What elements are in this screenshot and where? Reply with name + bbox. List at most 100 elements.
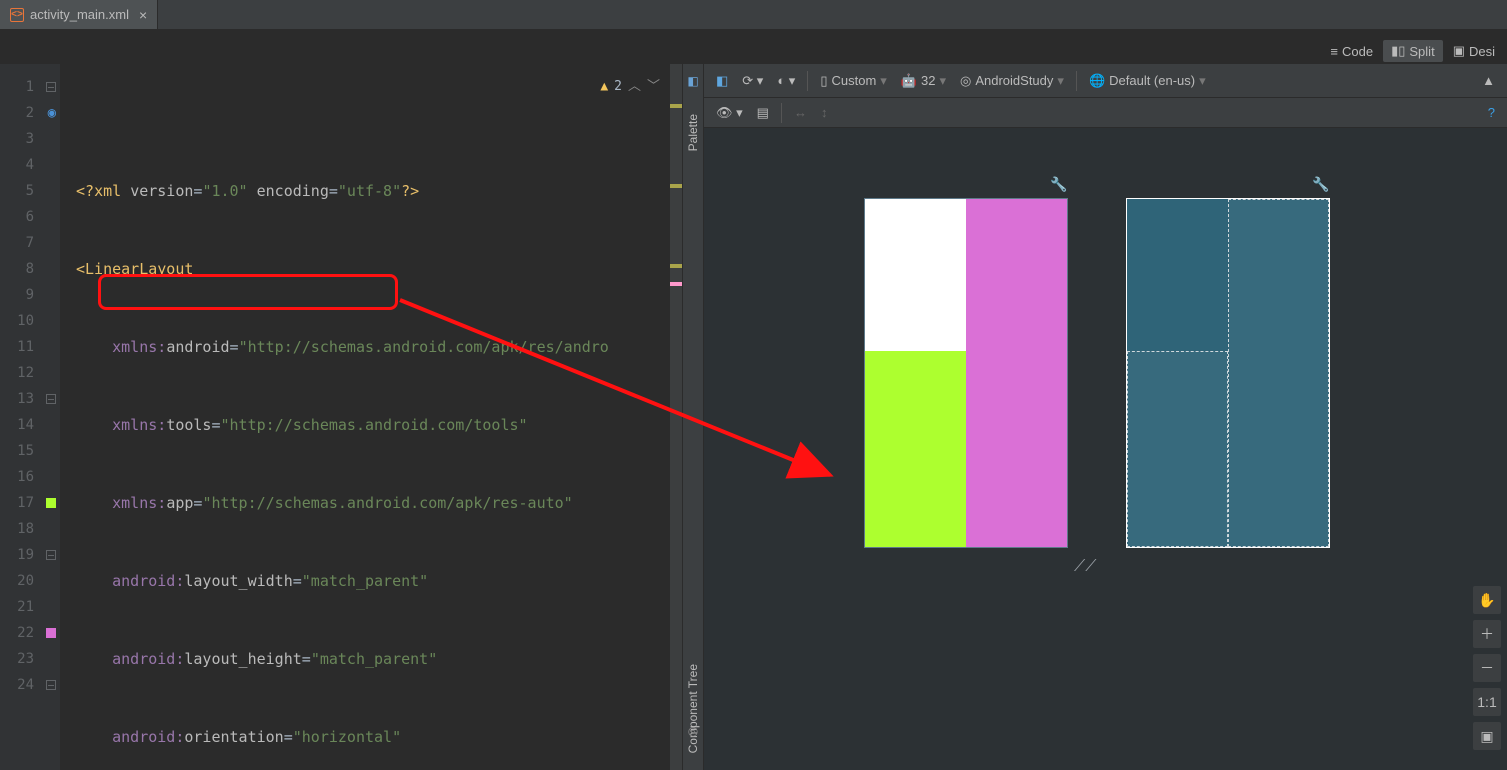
line-number: 3 xyxy=(26,131,34,147)
night-mode-icon[interactable]: ◐ ▾ xyxy=(773,71,799,91)
line-number: 4 xyxy=(26,157,34,173)
close-icon[interactable]: × xyxy=(139,7,147,23)
design-pane: ◧ ⟳ ▾ ◐ ▾ ▯ Custom ▾ 🤖 32 ▾ ◎ AndroidStu… xyxy=(704,64,1507,770)
view-mode-split-label: Split xyxy=(1409,44,1434,59)
line-number: 22 xyxy=(17,625,34,641)
app-theme-label: AndroidStudy xyxy=(975,73,1053,88)
file-tab-label: activity_main.xml xyxy=(30,7,129,22)
eye-icon[interactable]: 👁 ▾ xyxy=(712,103,747,123)
line-number: 21 xyxy=(17,599,34,615)
warning-icon: ▲ xyxy=(600,74,608,100)
line-number: 1 xyxy=(26,79,34,95)
pan-icon[interactable]: ✋ xyxy=(1473,586,1501,614)
line-number: 10 xyxy=(17,313,34,329)
line-number: 11 xyxy=(17,339,34,355)
warning-count: 2 xyxy=(614,74,622,100)
layout-preview-render[interactable] xyxy=(864,198,1068,548)
fold-icon[interactable] xyxy=(46,680,56,690)
chevron-down-icon: ▾ xyxy=(1057,73,1064,89)
line-number: 7 xyxy=(26,235,34,251)
zoom-reset-button[interactable]: 1:1 xyxy=(1473,688,1501,716)
zoom-in-icon[interactable]: ＋ xyxy=(1473,620,1501,648)
line-number: 12 xyxy=(17,365,34,381)
scrollbar[interactable] xyxy=(670,64,682,770)
code-pane: 1 2◉ 3 4 5 6 7 8 9 10 11 12 13 14 15 16 … xyxy=(0,64,682,770)
line-number: 2 xyxy=(26,105,34,121)
view-mode-design-label: Desi xyxy=(1469,44,1495,59)
resize-h-icon[interactable]: ↔ xyxy=(790,103,811,122)
chevron-down-icon[interactable]: ﹀ xyxy=(647,74,660,100)
view-mode-split[interactable]: ▮▯ Split xyxy=(1383,40,1443,62)
line-number: 23 xyxy=(17,651,34,667)
palette-strip[interactable]: Palette Component Tree ◧ ◎ xyxy=(682,64,704,770)
line-number: 6 xyxy=(26,209,34,225)
tab-bar: <> activity_main.xml × xyxy=(0,0,1507,30)
inspection-summary[interactable]: ▲ 2 ︿ ﹀ xyxy=(600,74,660,100)
resize-v-icon[interactable]: ↕ xyxy=(817,103,832,122)
layout-preview-blueprint[interactable] xyxy=(1126,198,1330,548)
line-number: 13 xyxy=(17,391,34,407)
chevron-up-icon[interactable]: ︿ xyxy=(628,74,641,100)
design-toolbar: ◧ ⟳ ▾ ◐ ▾ ▯ Custom ▾ 🤖 32 ▾ ◎ AndroidStu… xyxy=(704,64,1507,98)
globe-icon: 🌐 xyxy=(1089,73,1105,89)
xml-pi: <? xyxy=(76,182,94,200)
line-number: 16 xyxy=(17,469,34,485)
help-icon[interactable]: ? xyxy=(1484,103,1499,122)
split-icon: ▮▯ xyxy=(1391,43,1405,59)
line-number: 14 xyxy=(17,417,34,433)
design-canvas[interactable]: 🔧 🔧 ⟋⟋ ✋ ＋ － 1:1 ▣ xyxy=(704,128,1507,770)
device-selector[interactable]: ▯ Custom ▾ xyxy=(816,71,890,91)
zoom-out-icon[interactable]: － xyxy=(1473,654,1501,682)
line-number: 20 xyxy=(17,573,34,589)
chevron-down-icon: ▾ xyxy=(880,73,887,89)
api-selector[interactable]: 🤖 32 ▾ xyxy=(897,71,950,91)
warning-icon[interactable]: ▲ xyxy=(1478,71,1499,90)
device-label: Custom xyxy=(831,73,876,88)
view-mode-bar: ≡ Code ▮▯ Split ▣ Desi xyxy=(1322,38,1507,64)
wrench-icon[interactable]: 🔧 xyxy=(1050,176,1067,193)
fold-icon[interactable] xyxy=(46,82,56,92)
orientation-icon[interactable]: ⟳ ▾ xyxy=(738,71,767,91)
view-mode-design[interactable]: ▣ Desi xyxy=(1445,40,1503,62)
list-icon: ≡ xyxy=(1330,44,1338,59)
view-mode-code-label: Code xyxy=(1342,44,1373,59)
fold-icon[interactable] xyxy=(46,394,56,404)
line-number: 8 xyxy=(26,261,34,277)
blueprint-child-right[interactable] xyxy=(1228,199,1329,547)
locale-label: Default (en-us) xyxy=(1109,73,1195,88)
line-number: 5 xyxy=(26,183,34,199)
layers-icon[interactable]: ▤ xyxy=(753,103,773,123)
line-number: 19 xyxy=(17,547,34,563)
line-number: 9 xyxy=(26,287,34,303)
line-number: 15 xyxy=(17,443,34,459)
color-swatch-icon[interactable] xyxy=(46,498,56,508)
xml-file-icon: <> xyxy=(10,8,24,22)
view-mode-code[interactable]: ≡ Code xyxy=(1322,41,1381,62)
color-swatch-icon[interactable] xyxy=(46,628,56,638)
code-gutter: 1 2◉ 3 4 5 6 7 8 9 10 11 12 13 14 15 16 … xyxy=(0,64,60,770)
line-number: 24 xyxy=(17,677,34,693)
tree-icon: ◎ xyxy=(688,724,698,738)
fit-screen-icon[interactable]: ▣ xyxy=(1473,722,1501,750)
blueprint-child-left[interactable] xyxy=(1127,351,1228,547)
line-number: 17 xyxy=(17,495,34,511)
app-theme-selector[interactable]: ◎ AndroidStudy ▾ xyxy=(956,71,1068,91)
resize-corner-icon[interactable]: ⟋⟋ xyxy=(1074,558,1096,576)
class-gutter-icon[interactable]: ◉ xyxy=(48,100,56,126)
preview-child-pink[interactable] xyxy=(966,199,1067,547)
palette-label: Palette xyxy=(686,114,700,151)
line-number: 18 xyxy=(17,521,34,537)
locale-selector[interactable]: 🌐 Default (en-us) ▾ xyxy=(1085,71,1210,91)
target-icon: ◎ xyxy=(960,73,971,89)
image-icon: ▣ xyxy=(1453,43,1465,59)
component-tree-label: Component Tree xyxy=(686,664,700,753)
surface-icon[interactable]: ◧ xyxy=(712,71,732,91)
file-tab[interactable]: <> activity_main.xml × xyxy=(0,0,158,29)
split-view: 1 2◉ 3 4 5 6 7 8 9 10 11 12 13 14 15 16 … xyxy=(0,64,1507,770)
wrench-icon[interactable]: 🔧 xyxy=(1312,176,1329,193)
preview-child-green[interactable] xyxy=(865,351,966,547)
chevron-down-icon: ▾ xyxy=(939,73,946,89)
code-editor[interactable]: <?xml version="1.0" encoding="utf-8"?> <… xyxy=(60,64,682,770)
api-label: 32 xyxy=(921,73,935,88)
fold-icon[interactable] xyxy=(46,550,56,560)
